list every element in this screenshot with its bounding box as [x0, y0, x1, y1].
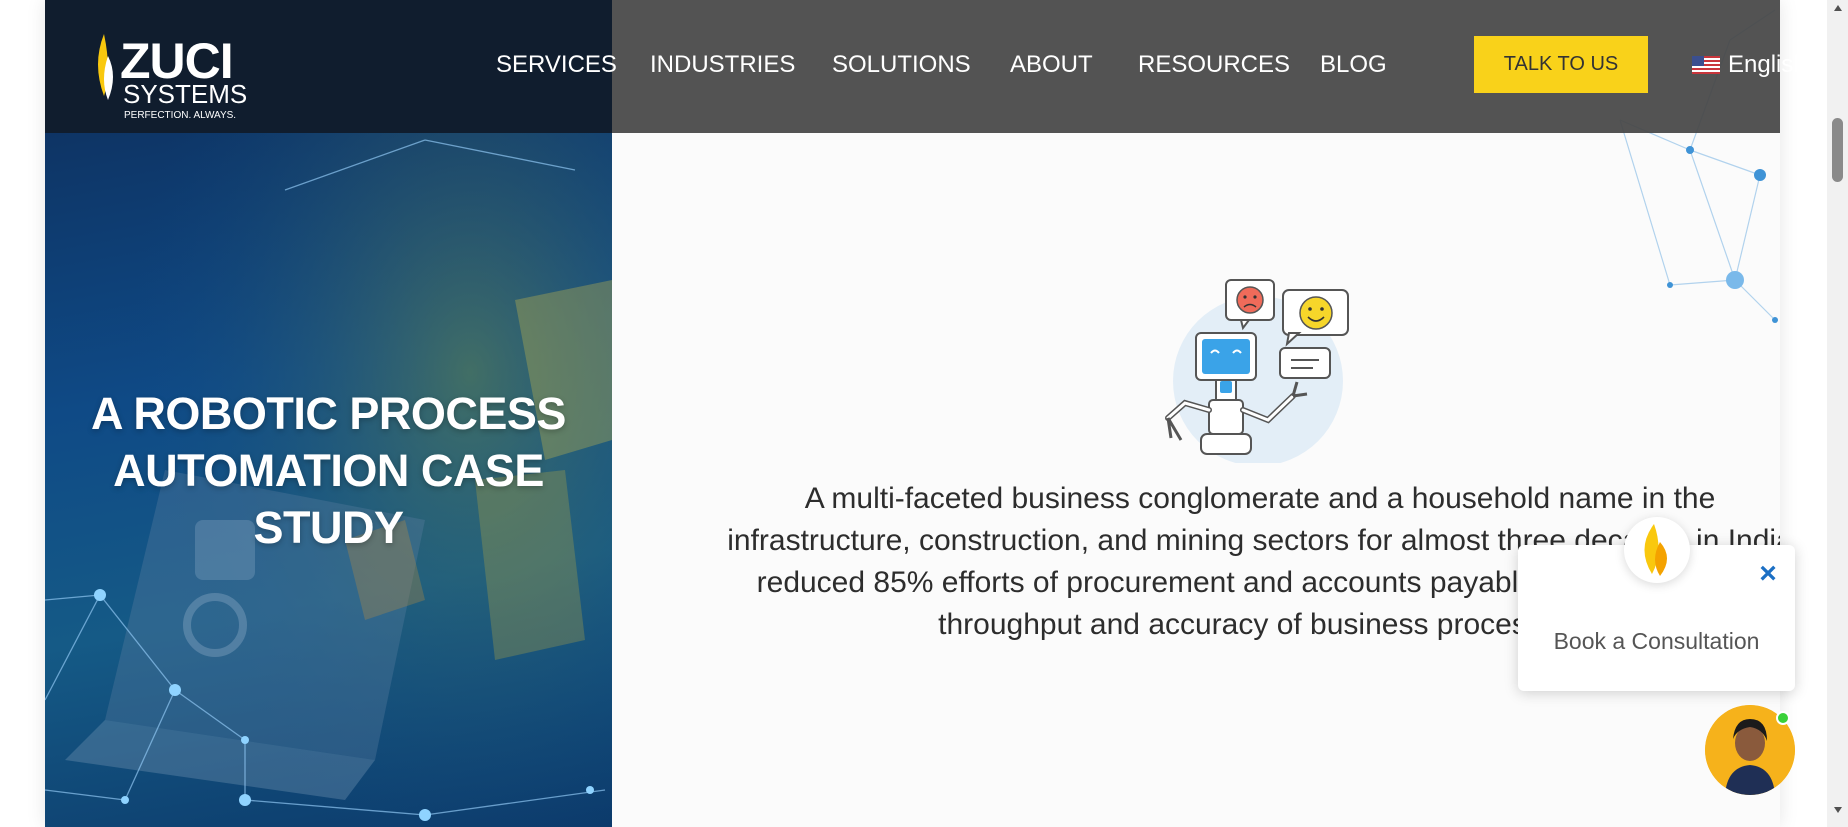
nav-blog[interactable]: BLOG [1320, 51, 1387, 79]
nav-resources[interactable]: RESOURCES [1138, 51, 1290, 79]
scroll-down-arrow-icon[interactable] [1827, 806, 1848, 820]
scrollbar-thumb[interactable] [1832, 118, 1843, 182]
zuci-logo[interactable]: ZUCI SYSTEMS PERFECTION. ALWAYS. [90, 14, 290, 124]
page: A ROBOTIC PROCESS AUTOMATION CASE STUDY [0, 0, 1848, 827]
scroll-up-arrow-icon[interactable] [1827, 4, 1848, 18]
nav-solutions[interactable]: SOLUTIONS [832, 51, 971, 79]
language-label: English [1728, 51, 1807, 78]
nav-industries[interactable]: INDUSTRIES [650, 51, 795, 79]
flame-logo-icon [1644, 524, 1667, 576]
robot-feedback-illustration [1165, 279, 1349, 463]
logo-subtitle: SYSTEMS [123, 79, 247, 109]
logo-tagline: PERFECTION. ALWAYS. [124, 110, 236, 121]
nav-services[interactable]: SERVICES [496, 51, 617, 79]
language-selector[interactable]: English [1692, 51, 1807, 79]
hero-title: A ROBOTIC PROCESS AUTOMATION CASE STUDY [91, 388, 566, 553]
close-icon[interactable]: × [1755, 559, 1781, 589]
us-flag-icon [1692, 56, 1720, 74]
zuci-flame-icon [1624, 517, 1690, 583]
book-consultation-label[interactable]: Book a Consultation [1518, 628, 1795, 655]
page-scrollbar[interactable] [1827, 0, 1848, 827]
site-header: ZUCI SYSTEMS PERFECTION. ALWAYS. SERVICE… [45, 0, 1807, 133]
nav-about[interactable]: ABOUT [1010, 51, 1093, 79]
online-status-indicator [1776, 711, 1790, 725]
talk-to-us-button[interactable]: TALK TO US [1474, 36, 1648, 93]
